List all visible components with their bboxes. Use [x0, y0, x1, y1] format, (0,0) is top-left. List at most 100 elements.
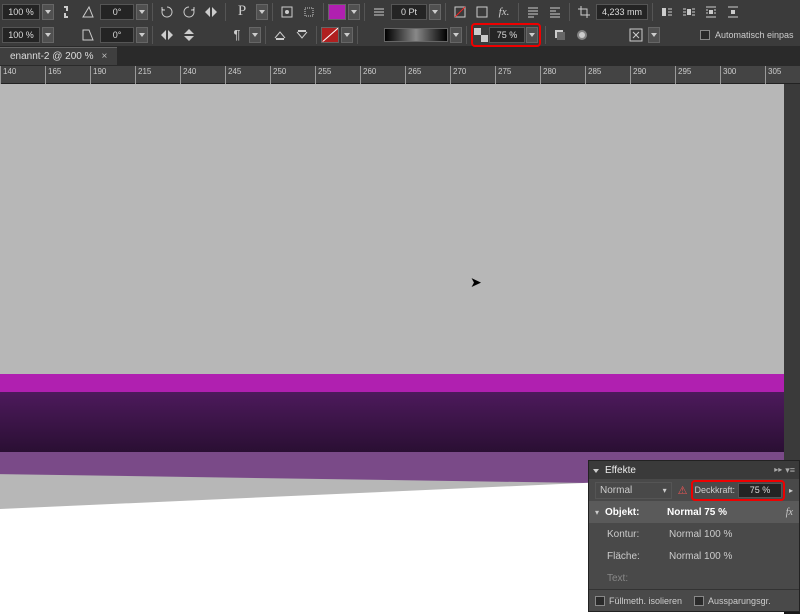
stroke-weight-icon [369, 3, 389, 21]
tab-close-icon[interactable]: × [102, 51, 108, 62]
scale-x-dropdown[interactable] [42, 4, 54, 20]
shear-dropdown[interactable] [136, 27, 148, 43]
blend-mode-row: Normal▾ ⚠ Deckkraft: ▸ [589, 479, 799, 501]
opacity-slider-icon[interactable]: ▸ [789, 486, 793, 495]
control-panel: P fx. ¶ [0, 0, 800, 46]
magenta-stripe[interactable] [0, 374, 784, 392]
knockout-label: Aussparungsgr. [708, 596, 771, 606]
ruler-tick: 300 [720, 66, 738, 84]
fill-label: Fläche: [607, 551, 665, 562]
select-content-icon[interactable] [299, 3, 319, 21]
panel-footer: Füllmeth. isolieren Aussparungsgr. [589, 589, 799, 611]
isolate-blending-checkbox[interactable] [595, 596, 605, 606]
autofit-checkbox[interactable] [700, 30, 710, 40]
ruler-tick: 240 [180, 66, 198, 84]
panel-opacity-highlight: Deckkraft: [691, 480, 785, 501]
panel-title: Effekte [605, 465, 636, 476]
para-dropdown[interactable] [249, 27, 261, 43]
stroke-value: Normal 100 % [669, 529, 732, 540]
purple-gradient-band[interactable] [0, 392, 784, 452]
link-scale-icon[interactable] [56, 3, 76, 21]
character-p-icon[interactable]: P [230, 3, 254, 21]
rotate-ccw-icon[interactable] [157, 3, 177, 21]
document-tab[interactable]: enannt-2 @ 200 % × [0, 47, 117, 65]
stroke-weight-dropdown[interactable] [429, 4, 441, 20]
ruler-tick: 165 [45, 66, 63, 84]
rotate-input[interactable] [100, 4, 134, 20]
isolate-blending-label: Füllmeth. isolieren [609, 596, 682, 606]
tab-title: enannt-2 @ 200 % [10, 51, 94, 62]
fx-icon[interactable]: fx. [494, 3, 514, 21]
stroke-style-icon [362, 26, 382, 44]
opacity-highlight [471, 23, 541, 47]
shear-angle-icon [78, 26, 98, 44]
stroke-label: Kontur: [607, 529, 665, 540]
ruler-tick: 250 [270, 66, 288, 84]
text-row[interactable]: Text: [589, 567, 799, 589]
object-row[interactable]: ▾ Objekt: Normal 75 % fx [589, 501, 799, 523]
wrap-left-icon[interactable] [657, 3, 677, 21]
wrap-around-icon[interactable] [701, 3, 721, 21]
opacity-icon [474, 26, 488, 44]
fill-swatch[interactable] [328, 4, 346, 20]
ruler-tick: 305 [765, 66, 783, 84]
rotate-cw-icon[interactable] [179, 3, 199, 21]
wrap-lines-icon[interactable] [545, 3, 565, 21]
panel-opacity-input[interactable] [738, 483, 782, 498]
stroke-swatch[interactable] [321, 27, 339, 43]
stroke-style-preview[interactable] [384, 28, 448, 42]
feather-icon[interactable] [572, 26, 592, 44]
stroke-row[interactable]: Kontur: Normal 100 % [589, 523, 799, 545]
flip-b-icon[interactable] [179, 26, 199, 44]
shear-icon [78, 3, 98, 21]
stroke-weight-input[interactable] [391, 4, 427, 20]
panel-menu-icon[interactable]: ▾≡ [785, 465, 795, 476]
scale-x-input[interactable] [2, 4, 40, 20]
rotate-dropdown[interactable] [136, 4, 148, 20]
stroke-swatch-dropdown[interactable] [341, 27, 353, 43]
ruler-tick: 295 [675, 66, 693, 84]
select-next-icon[interactable] [292, 26, 312, 44]
frame-none-icon[interactable] [450, 3, 470, 21]
knockout-checkbox[interactable] [694, 596, 704, 606]
align-lines-icon[interactable] [523, 3, 543, 21]
panel-header[interactable]: Effekte ▸▸ ▾≡ [589, 461, 799, 479]
blend-mode-value: Normal [600, 485, 632, 496]
flip-a-icon[interactable] [157, 26, 177, 44]
canvas-area[interactable]: ➤ Effekte ▸▸ ▾≡ Normal▾ ⚠ Deckkraft: ▸ ▾… [0, 84, 800, 600]
fit-dropdown[interactable] [648, 27, 660, 43]
drop-shadow-icon[interactable] [550, 26, 570, 44]
dimension-input[interactable] [596, 4, 648, 20]
shear-input[interactable] [100, 27, 134, 43]
select-container-icon[interactable] [277, 3, 297, 21]
opacity-input[interactable] [489, 27, 525, 43]
wrap-both-icon[interactable] [679, 3, 699, 21]
select-prev-icon[interactable] [270, 26, 290, 44]
scale-y-input[interactable] [2, 27, 40, 43]
crop-icon[interactable] [574, 3, 594, 21]
fit-frame-icon[interactable] [626, 26, 646, 44]
horizontal-ruler[interactable]: 1401651902152402452502552602652702752802… [0, 66, 800, 84]
fill-dropdown[interactable] [348, 4, 360, 20]
object-label: Objekt: [605, 507, 663, 518]
pilcrow-icon[interactable]: ¶ [227, 26, 247, 44]
ruler-tick: 245 [225, 66, 243, 84]
panel-dock-icon[interactable]: ▸▸ [774, 465, 782, 476]
collapse-icon[interactable] [593, 465, 601, 476]
object-fx-icon[interactable]: fx [786, 507, 793, 518]
opacity-dropdown[interactable] [526, 27, 538, 43]
ruler-tick: 275 [495, 66, 513, 84]
blend-mode-select[interactable]: Normal▾ [595, 482, 672, 499]
scale-y-dropdown[interactable] [42, 27, 54, 43]
char-dropdown[interactable] [256, 4, 268, 20]
fill-row[interactable]: Fläche: Normal 100 % [589, 545, 799, 567]
ruler-tick: 190 [90, 66, 108, 84]
stroke-style-dropdown[interactable] [450, 27, 462, 43]
flip-h-icon[interactable] [201, 3, 221, 21]
wrap-jump-icon[interactable] [723, 3, 743, 21]
ruler-tick: 290 [630, 66, 648, 84]
autofit-label: Automatisch einpas [712, 30, 797, 40]
frame-rect-icon[interactable] [472, 3, 492, 21]
ruler-tick: 280 [540, 66, 558, 84]
ruler-tick: 270 [450, 66, 468, 84]
